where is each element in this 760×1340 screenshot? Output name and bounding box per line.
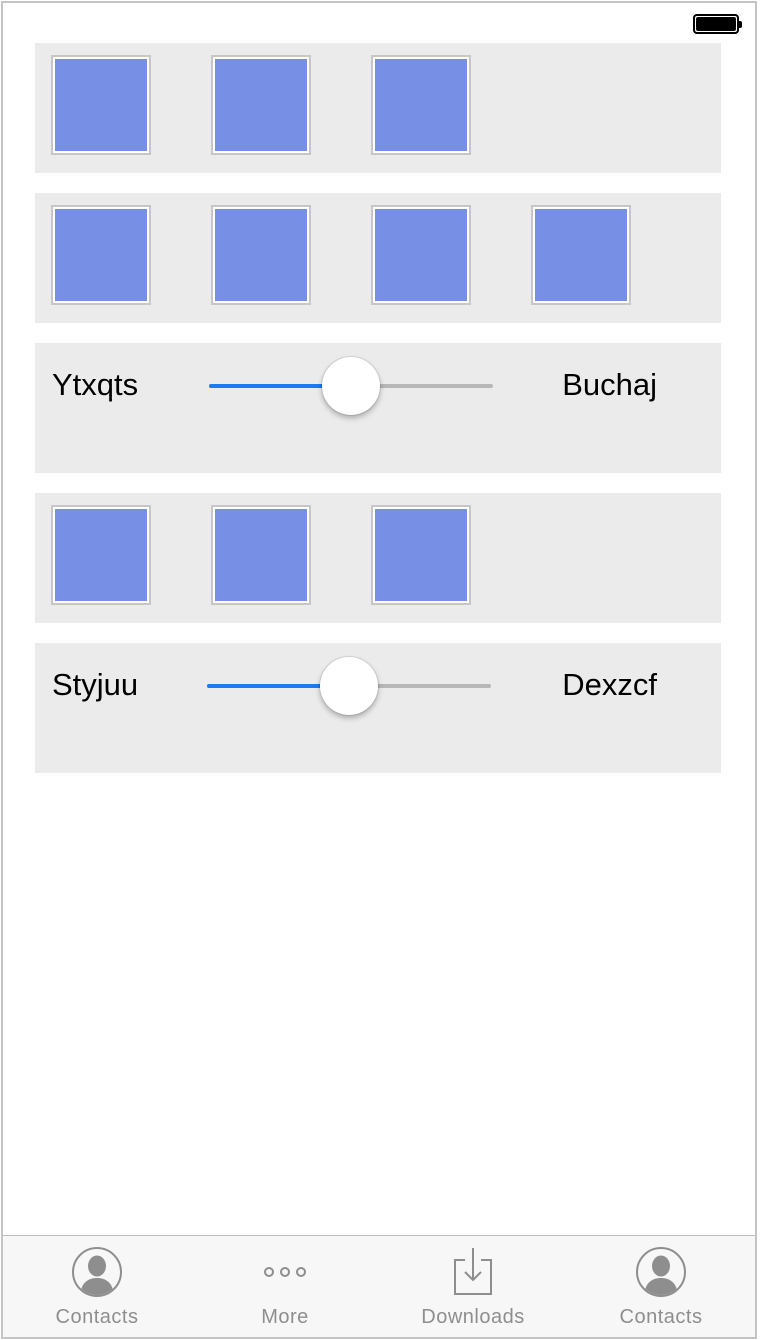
tab-label: Contacts <box>619 1306 703 1328</box>
tile-row-3 <box>35 493 721 623</box>
tab-more[interactable]: More <box>191 1236 379 1337</box>
slider-max-label: Dexzcf <box>562 667 657 702</box>
contacts-icon <box>636 1247 686 1297</box>
tile[interactable] <box>371 205 471 305</box>
tile[interactable] <box>531 205 631 305</box>
slider-min-label: Styjuu <box>52 667 139 702</box>
slider-track[interactable] <box>209 357 493 415</box>
tab-label: Contacts <box>55 1306 139 1328</box>
tile[interactable] <box>51 505 151 605</box>
tile[interactable] <box>371 505 471 605</box>
slider-min-label: Ytxqts <box>52 367 139 402</box>
tile[interactable] <box>371 55 471 155</box>
status-bar <box>3 3 755 43</box>
tab-label: Downloads <box>421 1306 525 1328</box>
app-screen: Ytxqts Buchaj Styjuu Dexzcf Contacts Mor… <box>1 1 757 1339</box>
tile[interactable] <box>211 205 311 305</box>
slider-max-label: Buchaj <box>562 367 657 402</box>
tile[interactable] <box>211 505 311 605</box>
downloads-icon <box>454 1248 492 1295</box>
slider-row-1: Ytxqts Buchaj <box>35 343 721 473</box>
slider-thumb[interactable] <box>320 657 378 715</box>
tile[interactable] <box>211 55 311 155</box>
tile[interactable] <box>51 55 151 155</box>
slider-thumb[interactable] <box>322 357 380 415</box>
tab-bar: Contacts More Downloads Contacts <box>3 1235 755 1337</box>
tile-row-1 <box>35 43 721 173</box>
more-icon <box>264 1267 306 1277</box>
slider-row-2: Styjuu Dexzcf <box>35 643 721 773</box>
tab-contacts[interactable]: Contacts <box>3 1236 191 1337</box>
tile-row-2 <box>35 193 721 323</box>
tab-label: More <box>261 1306 309 1328</box>
tab-contacts[interactable]: Contacts <box>567 1236 755 1337</box>
tile[interactable] <box>51 205 151 305</box>
battery-icon <box>693 14 742 34</box>
slider-track[interactable] <box>207 657 491 715</box>
tab-downloads[interactable]: Downloads <box>379 1236 567 1337</box>
contacts-icon <box>72 1247 122 1297</box>
